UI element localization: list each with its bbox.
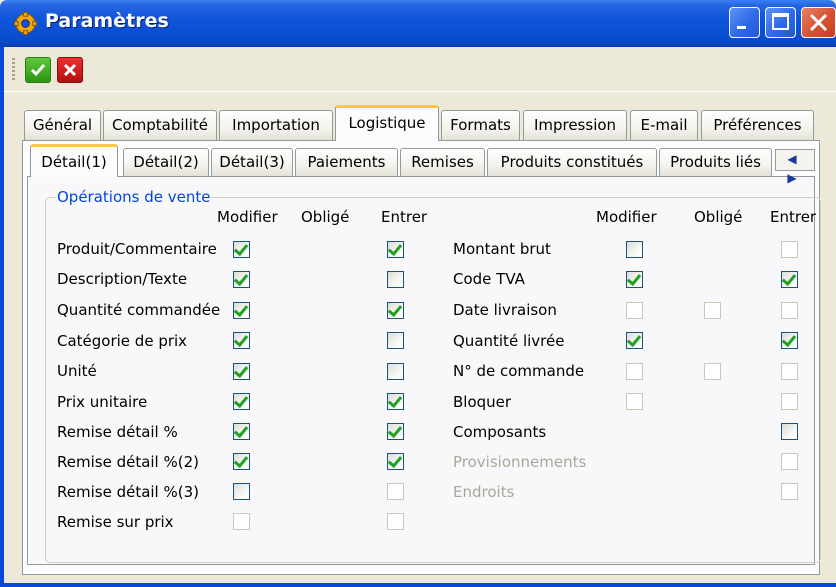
- subtab-detail1[interactable]: Détail(1): [30, 144, 118, 177]
- subtab-produits-lies[interactable]: Produits liés: [659, 148, 772, 176]
- tab-preferences[interactable]: Préférences: [701, 110, 814, 140]
- header-oblige-right: Obligé: [694, 208, 743, 226]
- checkbox-date-entrer[interactable]: [781, 302, 798, 319]
- checkbox-quantite-entrer[interactable]: [387, 302, 404, 319]
- label-montant-brut: Montant brut: [453, 240, 551, 258]
- checkbox-date-oblige[interactable]: [704, 302, 721, 319]
- minimize-icon: [737, 26, 746, 29]
- checkbox-tva-entrer[interactable]: [781, 271, 798, 288]
- group-title: Opérations de vente: [56, 188, 212, 206]
- close-icon: [809, 13, 828, 32]
- checkbox-tva-modifier[interactable]: [626, 271, 643, 288]
- settings-window: Paramètres Général Comptabilité Importat…: [0, 0, 836, 587]
- subtab-scroll-arrows[interactable]: ◀ ▶: [775, 149, 815, 185]
- label-numero-commande: N° de commande: [453, 362, 585, 380]
- checkbox-montant-modifier[interactable]: [626, 241, 643, 258]
- header-modifier-left: Modifier: [217, 208, 278, 226]
- header-oblige-left: Obligé: [301, 208, 350, 226]
- window-title: Paramètres: [45, 10, 169, 32]
- checkbox-unite-modifier[interactable]: [233, 363, 250, 380]
- checkbox-remise-modifier[interactable]: [233, 423, 250, 440]
- checkbox-remise-entrer[interactable]: [387, 423, 404, 440]
- checkbox-description-modifier[interactable]: [233, 271, 250, 288]
- checkbox-unite-entrer[interactable]: [387, 363, 404, 380]
- minimize-button[interactable]: [729, 7, 760, 38]
- checkbox-provisionnements-entrer[interactable]: [781, 453, 798, 470]
- checkbox-commande-modifier[interactable]: [626, 363, 643, 380]
- label-produit-commentaire: Produit/Commentaire: [57, 240, 217, 258]
- checkbox-date-modifier[interactable]: [626, 302, 643, 319]
- toolbar-grip[interactable]: [12, 58, 15, 80]
- tab-comptabilite[interactable]: Comptabilité: [103, 110, 217, 140]
- label-provisionnements: Provisionnements: [453, 453, 587, 471]
- header-entrer-left: Entrer: [381, 208, 428, 226]
- tab-formats[interactable]: Formats: [441, 110, 520, 140]
- checkbox-produit-entrer[interactable]: [387, 241, 404, 258]
- checkbox-montant-entrer[interactable]: [781, 241, 798, 258]
- subtab-remises[interactable]: Remises: [400, 148, 485, 176]
- header-entrer-right: Entrer: [770, 208, 817, 226]
- toolbar: [4, 47, 836, 92]
- label-endroits: Endroits: [453, 483, 515, 501]
- tab-logistique[interactable]: Logistique: [335, 105, 439, 141]
- maximize-button[interactable]: [765, 7, 796, 38]
- subtab-produits-constitues[interactable]: Produits constitués: [487, 148, 657, 176]
- tab-general[interactable]: Général: [24, 110, 101, 140]
- checkbox-description-entrer[interactable]: [387, 271, 404, 288]
- checkbox-categorie-entrer[interactable]: [387, 332, 404, 349]
- checkbox-categorie-modifier[interactable]: [233, 332, 250, 349]
- checkbox-remise-prix-modifier[interactable]: [233, 513, 250, 530]
- label-code-tva: Code TVA: [453, 270, 525, 288]
- subtab-paiements[interactable]: Paiements: [295, 148, 398, 176]
- label-remise-detail: Remise détail %: [57, 423, 178, 441]
- tab-impression[interactable]: Impression: [523, 110, 627, 140]
- checkbox-endroits-entrer[interactable]: [781, 483, 798, 500]
- label-prix-unitaire: Prix unitaire: [57, 393, 148, 411]
- subtab-detail3[interactable]: Détail(3): [211, 148, 293, 176]
- checkbox-commande-entrer[interactable]: [781, 363, 798, 380]
- label-date-livraison: Date livraison: [453, 301, 557, 319]
- checkbox-remise3-entrer[interactable]: [387, 483, 404, 500]
- checkbox-prix-modifier[interactable]: [233, 393, 250, 410]
- maximize-icon: [772, 13, 789, 30]
- close-button[interactable]: [801, 7, 836, 38]
- checkbox-remise2-entrer[interactable]: [387, 453, 404, 470]
- window-border-bottom: [0, 583, 836, 587]
- checkbox-remise-prix-entrer[interactable]: [387, 513, 404, 530]
- ok-button[interactable]: [25, 57, 51, 83]
- subtab-detail2[interactable]: Détail(2): [123, 148, 209, 176]
- checkmark-icon: [30, 64, 46, 77]
- checkbox-remise2-modifier[interactable]: [233, 453, 250, 470]
- checkbox-bloquer-entrer[interactable]: [781, 393, 798, 410]
- label-unite: Unité: [57, 362, 97, 380]
- checkbox-commande-oblige[interactable]: [704, 363, 721, 380]
- checkbox-remise3-modifier[interactable]: [233, 483, 250, 500]
- checkbox-prix-entrer[interactable]: [387, 393, 404, 410]
- label-remise-detail-2: Remise détail %(2): [57, 453, 199, 471]
- label-bloquer: Bloquer: [453, 393, 512, 411]
- label-quantite-livree: Quantité livrée: [453, 332, 565, 350]
- checkbox-quantite-livree-entrer[interactable]: [781, 332, 798, 349]
- label-quantite-commandee: Quantité commandée: [57, 301, 221, 319]
- checkbox-quantite-livree-modifier[interactable]: [626, 332, 643, 349]
- label-description-texte: Description/Texte: [57, 270, 188, 288]
- tab-email[interactable]: E-mail: [630, 110, 698, 140]
- label-remise-detail-3: Remise détail %(3): [57, 483, 199, 501]
- gear-icon: [14, 12, 37, 35]
- cross-icon: [63, 63, 77, 77]
- label-composants: Composants: [453, 423, 547, 441]
- checkbox-quantite-modifier[interactable]: [233, 302, 250, 319]
- checkbox-composants-entrer[interactable]: [781, 423, 798, 440]
- checkbox-bloquer-modifier[interactable]: [626, 393, 643, 410]
- title-bar[interactable]: Paramètres: [0, 0, 836, 47]
- label-remise-sur-prix: Remise sur prix: [57, 513, 174, 531]
- label-categorie-prix: Catégorie de prix: [57, 332, 188, 350]
- header-modifier-right: Modifier: [596, 208, 657, 226]
- checkbox-produit-modifier[interactable]: [233, 241, 250, 258]
- cancel-button[interactable]: [57, 57, 83, 83]
- tab-importation[interactable]: Importation: [219, 110, 333, 140]
